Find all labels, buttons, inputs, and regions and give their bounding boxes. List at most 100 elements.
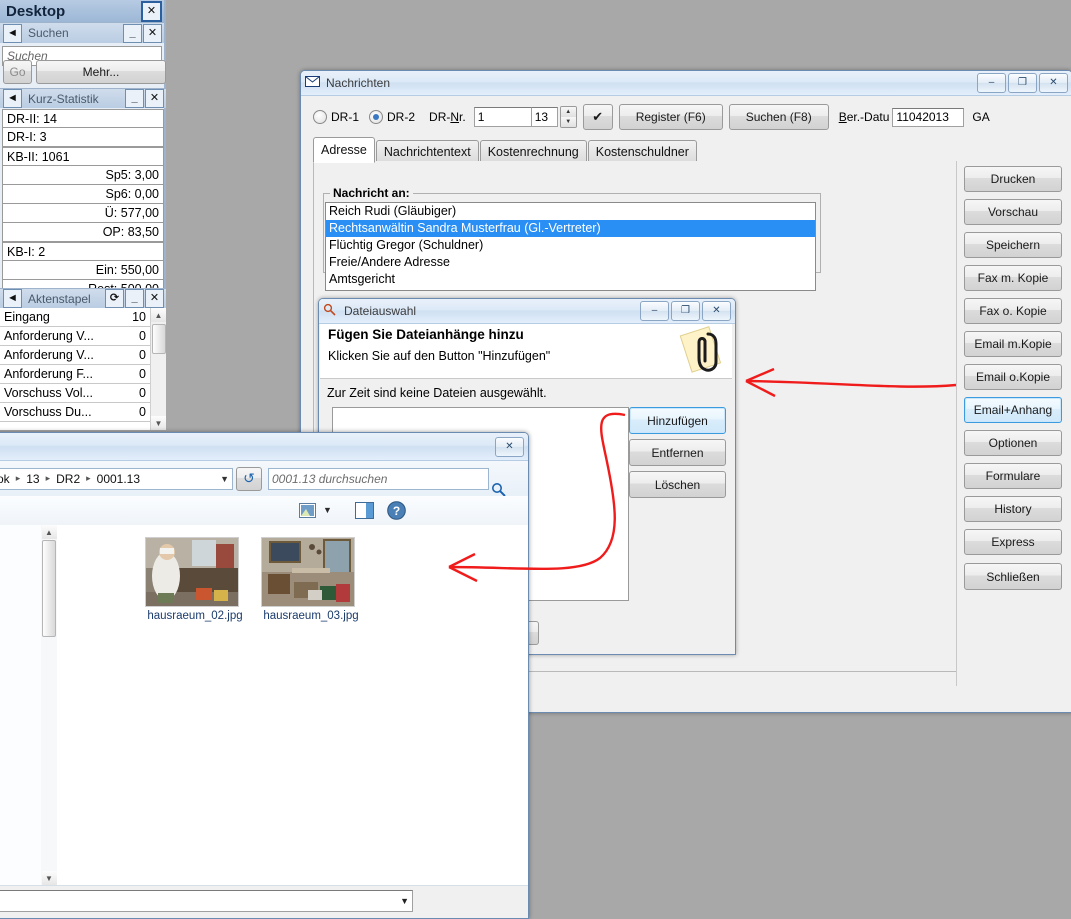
explorer-address-bar: ok▸13▸DR2▸0001.13 ▼ ↺ 0001.13 durchsuche…	[0, 461, 528, 497]
dateiauswahl-banner: Fügen Sie Dateianhänge hinzu Klicken Sie…	[320, 324, 732, 379]
confirm-check-button[interactable]: ✔	[583, 104, 613, 130]
breadcrumb-segment[interactable]: 13	[26, 472, 39, 486]
close-button[interactable]: ✕	[1039, 73, 1068, 93]
nav-scrollbar-thumb[interactable]	[42, 540, 56, 637]
breadcrumb-segment[interactable]: 0001.13	[97, 472, 140, 486]
chevron-down-icon-view[interactable]: ▼	[323, 505, 332, 515]
file-list-pane[interactable]: hausraeum_02.jpg hausraeum_03.jpg	[57, 525, 528, 885]
chevron-down-icon-breadcrumb[interactable]: ▼	[220, 474, 229, 484]
breadcrumb-separator-icon: ▸	[80, 473, 97, 484]
file-item[interactable]: hausraeum_02.jpg	[145, 537, 245, 623]
dateiauswahl-minimize-button[interactable]: –	[640, 301, 669, 321]
side-button-email-anhang[interactable]: Email+Anhang	[964, 397, 1062, 423]
aktenstapel-item[interactable]: Vorschuss Du...0	[0, 403, 150, 422]
panel-header-kurz-statistik: ◄ Kurz-Statistik _ ✕	[0, 88, 166, 108]
file-item[interactable]: hausraeum_03.jpg	[261, 537, 361, 623]
side-button-vorschau[interactable]: Vorschau	[964, 199, 1062, 225]
dateiauswahl-entfernen[interactable]: Entfernen	[629, 439, 726, 466]
side-button-drucken[interactable]: Drucken	[964, 166, 1062, 192]
explorer-close-button[interactable]: ✕	[495, 437, 524, 457]
minimize-button[interactable]: –	[977, 73, 1006, 93]
recipient-listbox[interactable]: Reich Rudi (Gläubiger)Rechtsanwältin San…	[325, 202, 816, 291]
scrollbar-thumb[interactable]	[152, 324, 166, 354]
side-button-email-o-kopie[interactable]: Email o.Kopie	[964, 364, 1062, 390]
side-button-formulare[interactable]: Formulare	[964, 463, 1062, 489]
nachricht-an-label: Nachricht an:	[330, 186, 413, 200]
scroll-up-icon[interactable]: ▲	[151, 308, 166, 322]
collapse-icon-kurz-statistik[interactable]: ◄	[3, 89, 22, 108]
nav-pane-scrollbar[interactable]: ▲ ▼	[41, 525, 58, 885]
tab-kostenschuldner[interactable]: Kostenschuldner	[588, 140, 697, 163]
breadcrumb-segment[interactable]: ok	[0, 472, 10, 486]
close-button-suchen[interactable]: ✕	[143, 24, 162, 43]
register-button[interactable]: Register (F6)	[619, 104, 723, 130]
nav-scroll-up-icon[interactable]: ▲	[42, 525, 57, 539]
mehr-button[interactable]: Mehr...	[36, 60, 166, 84]
magnifier-icon	[323, 303, 339, 319]
minimize-button-kurz-statistik[interactable]: _	[125, 89, 144, 108]
help-icon[interactable]: ?	[387, 501, 406, 523]
minimize-button-suchen[interactable]: _	[123, 24, 142, 43]
radio-dr1[interactable]	[313, 110, 327, 124]
view-icon[interactable]	[299, 503, 316, 521]
desktop-close-button[interactable]: ✕	[141, 1, 162, 22]
dateiauswahl-maximize-button[interactable]: ❐	[671, 301, 700, 321]
radio-dr2[interactable]	[369, 110, 383, 124]
tab-nachrichtentext[interactable]: Nachrichtentext	[376, 140, 479, 163]
side-button-email-m-kopie[interactable]: Email m.Kopie	[964, 331, 1062, 357]
close-button-kurz-statistik[interactable]: ✕	[145, 89, 164, 108]
recipient-item[interactable]: Reich Rudi (Gläubiger)	[326, 203, 815, 220]
dateiauswahl-close-button[interactable]: ✕	[702, 301, 731, 321]
aktenstapel-item[interactable]: Anforderung F...0	[0, 365, 150, 384]
preview-pane-icon[interactable]	[355, 502, 374, 522]
ber-datu-input[interactable]: 11042013	[892, 108, 964, 127]
side-button-speichern[interactable]: Speichern	[964, 232, 1062, 258]
side-button-fax-o-kopie[interactable]: Fax o. Kopie	[964, 298, 1062, 324]
go-button[interactable]: Go	[3, 60, 32, 84]
schliessen-button[interactable]: Schließen	[964, 563, 1062, 590]
dateiauswahl-löschen[interactable]: Löschen	[629, 471, 726, 498]
aktenstapel-item[interactable]: Anforderung V...0	[0, 327, 150, 346]
close-button-aktenstapel[interactable]: ✕	[145, 289, 164, 308]
ber-datu-label: Ber.-Datu	[839, 110, 890, 124]
aktenstapel-item-count: 0	[139, 329, 146, 343]
dr-nr-spinner[interactable]: ▲▼	[560, 106, 577, 128]
tab-bar: AdresseNachrichtentextKostenrechnungKost…	[313, 137, 698, 163]
recipient-item[interactable]: Flüchtig Gregor (Schuldner)	[326, 237, 815, 254]
nav-scroll-down-icon[interactable]: ▼	[42, 871, 57, 885]
tab-kostenrechnung[interactable]: Kostenrechnung	[480, 140, 587, 163]
tab-adresse[interactable]: Adresse	[313, 137, 375, 163]
side-button-history[interactable]: History	[964, 496, 1062, 522]
dr-nr-input-2[interactable]: 13	[532, 107, 558, 127]
chevron-down-icon-filename[interactable]: ▼	[400, 896, 409, 906]
recipient-item[interactable]: Freie/Andere Adresse	[326, 254, 815, 271]
paperclip-icon	[678, 326, 726, 379]
side-button-optionen[interactable]: Optionen	[964, 430, 1062, 456]
refresh-icon[interactable]: ↺	[236, 467, 262, 491]
maximize-button[interactable]: ❐	[1008, 73, 1037, 93]
search-input[interactable]: 0001.13 durchsuchen	[268, 468, 489, 490]
dateiauswahl-hinzufügen[interactable]: Hinzufügen	[629, 407, 726, 434]
aktenstapel-item[interactable]: Anforderung V...0	[0, 346, 150, 365]
aktenstapel-scrollbar[interactable]: ▲ ▼	[150, 308, 166, 430]
aktenstapel-item[interactable]: Vorschuss Vol...0	[0, 384, 150, 403]
minimize-button-aktenstapel[interactable]: _	[125, 289, 144, 308]
suchen-button[interactable]: Suchen (F8)	[729, 104, 829, 130]
side-button-express[interactable]: Express	[964, 529, 1062, 555]
breadcrumb[interactable]: ok▸13▸DR2▸0001.13 ▼	[0, 468, 233, 490]
scroll-down-icon[interactable]: ▼	[151, 416, 166, 430]
aktenstapel-item-label: Anforderung V...	[4, 348, 139, 362]
statistic-row: Sp6: 0,00	[2, 185, 164, 204]
filename-input[interactable]: ▼	[0, 890, 413, 912]
collapse-icon-suchen[interactable]: ◄	[3, 24, 22, 43]
collapse-icon-aktenstapel[interactable]: ◄	[3, 289, 22, 308]
breadcrumb-segment[interactable]: DR2	[56, 472, 80, 486]
aktenstapel-item-label: Anforderung V...	[4, 329, 139, 343]
recipient-item[interactable]: Rechtsanwältin Sandra Musterfrau (Gl.-Ve…	[326, 220, 815, 237]
dr-nr-input[interactable]: 1	[474, 107, 532, 127]
recipient-item[interactable]: Amtsgericht	[326, 271, 815, 288]
side-button-fax-m-kopie[interactable]: Fax m. Kopie	[964, 265, 1062, 291]
svg-text:?: ?	[393, 504, 400, 518]
refresh-icon-aktenstapel[interactable]: ⟳	[105, 289, 124, 308]
aktenstapel-item[interactable]: Eingang10	[0, 308, 150, 327]
